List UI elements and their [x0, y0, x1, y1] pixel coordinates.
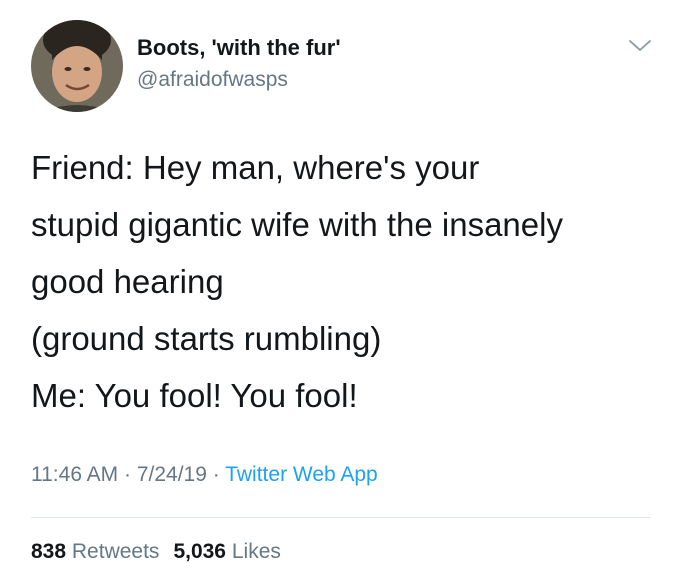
user-handle[interactable]: @afraidofwasps: [137, 68, 288, 92]
likes-label: Likes: [231, 540, 281, 563]
tweet-line: stupid gigantic wife with the insanely: [31, 206, 563, 243]
divider: [31, 517, 651, 518]
likes-count: 5,036: [173, 540, 226, 563]
tweet-line: Friend: Hey man, where's your: [31, 149, 480, 186]
meta-separator: ·: [118, 463, 137, 486]
retweets-label: Retweets: [71, 540, 160, 563]
tweet-source-link[interactable]: Twitter Web App: [225, 463, 378, 486]
tweet-line: (ground starts rumbling): [31, 320, 382, 357]
tweet-line: Me: You fool! You fool!: [31, 377, 358, 414]
display-name[interactable]: Boots, 'with the fur': [137, 35, 341, 61]
retweets-count: 838: [31, 540, 67, 563]
tweet-line: good hearing: [31, 263, 224, 300]
tweet-stats: 838 Retweets 5,036 Likes: [31, 540, 281, 564]
tweet-time[interactable]: 11:46 AM: [31, 463, 118, 486]
tweet-date[interactable]: 7/24/19: [137, 463, 207, 486]
chevron-down-icon[interactable]: [627, 37, 653, 55]
tweet-text: Friend: Hey man, where's your stupid gig…: [31, 139, 661, 424]
retweets-stat[interactable]: 838 Retweets: [31, 540, 159, 563]
avatar[interactable]: [31, 20, 123, 112]
likes-stat[interactable]: 5,036 Likes: [173, 540, 280, 563]
meta-separator: ·: [206, 463, 226, 486]
profile-photo: [31, 20, 123, 112]
tweet-meta: 11:46 AM · 7/24/19 · Twitter Web App: [31, 463, 378, 487]
